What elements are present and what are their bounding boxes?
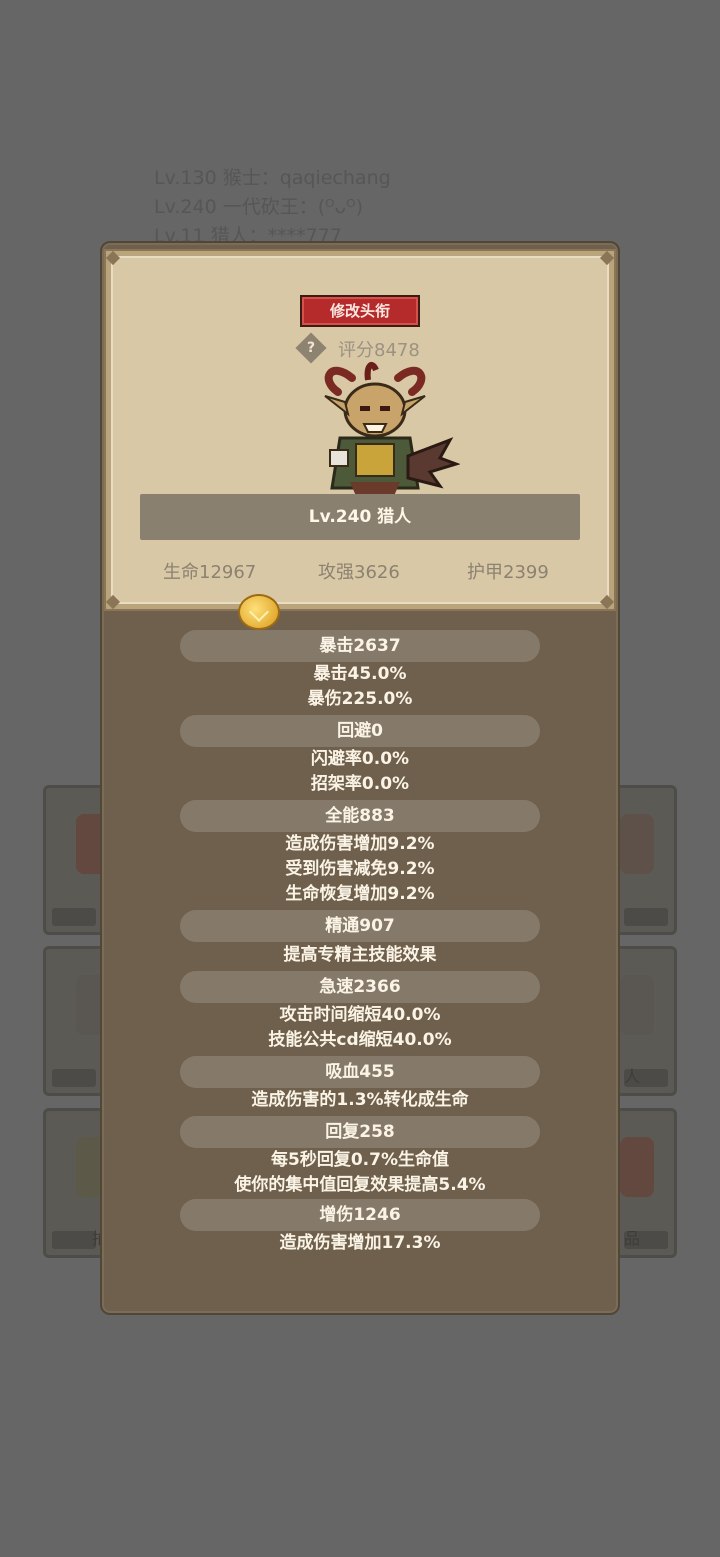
equip-slot-label: 人 bbox=[624, 1067, 641, 1086]
attr-line: 提高专精主技能效果 bbox=[283, 945, 437, 965]
attr-header-lifesteal: 吸血455 bbox=[180, 1056, 540, 1088]
attr-header-haste: 急速2366 bbox=[180, 971, 540, 1003]
chat-line: Lv.240 一代砍王：(ᴼᴗᴼ) bbox=[154, 196, 363, 218]
equip-slot-left-2 bbox=[43, 946, 110, 1096]
hp-stat: 生命12967 bbox=[163, 562, 257, 583]
gold-medal-icon bbox=[238, 594, 280, 630]
attr-header-versatility: 全能883 bbox=[180, 800, 540, 832]
attack-stat: 攻强3626 bbox=[318, 562, 400, 583]
attr-header-dodge: 回避0 bbox=[180, 715, 540, 747]
attr-header-crit: 暴击2637 bbox=[180, 630, 540, 662]
hunter-character-portrait bbox=[324, 362, 460, 496]
equip-slot-right-3: 品 bbox=[615, 1108, 677, 1258]
attr-line: 暴击45.0% bbox=[313, 664, 407, 684]
rename-title-button[interactable]: 修改头衔 bbox=[300, 295, 420, 327]
attr-line: 生命恢复增加9.2% bbox=[285, 884, 435, 904]
equip-slot-right-2: 人 bbox=[615, 946, 677, 1096]
attr-line: 每5秒回复0.7%生命值 bbox=[271, 1150, 449, 1170]
attr-line: 攻击时间缩短40.0% bbox=[279, 1005, 441, 1025]
armor-stat: 护甲2399 bbox=[467, 562, 549, 583]
attr-line: 造成伤害增加17.3% bbox=[279, 1233, 441, 1253]
chat-log: Lv.130 猴士：qaqiechang Lv.240 一代砍王：(ᴼᴗᴼ) L… bbox=[154, 164, 391, 251]
attr-line: 造成伤害的1.3%转化成生命 bbox=[251, 1090, 469, 1110]
attr-header-mastery: 精通907 bbox=[180, 910, 540, 942]
attr-header-damage-bonus: 增伤1246 bbox=[180, 1199, 540, 1231]
attr-header-regen: 回复258 bbox=[180, 1116, 540, 1148]
equip-slot-right-1 bbox=[615, 785, 677, 935]
attr-line: 闪避率0.0% bbox=[310, 749, 410, 769]
equip-slot-left-1 bbox=[43, 785, 110, 935]
character-name-level: Lv.240 猎人 bbox=[140, 494, 580, 540]
attr-line: 技能公共cd缩短40.0% bbox=[268, 1030, 452, 1050]
chat-line: Lv.130 猴士：qaqiechang bbox=[154, 167, 391, 189]
equip-slot-label: 品 bbox=[624, 1229, 641, 1248]
attr-line: 暴伤225.0% bbox=[307, 689, 413, 709]
attr-line: 造成伤害增加9.2% bbox=[285, 834, 435, 854]
equip-slot-left-3: 拍 bbox=[43, 1108, 110, 1258]
score-label: 评分8478 bbox=[338, 340, 420, 361]
attr-line: 使你的集中值回复效果提高5.4% bbox=[234, 1175, 486, 1195]
attr-line: 受到伤害减免9.2% bbox=[285, 859, 435, 879]
attr-line: 招架率0.0% bbox=[310, 774, 410, 794]
